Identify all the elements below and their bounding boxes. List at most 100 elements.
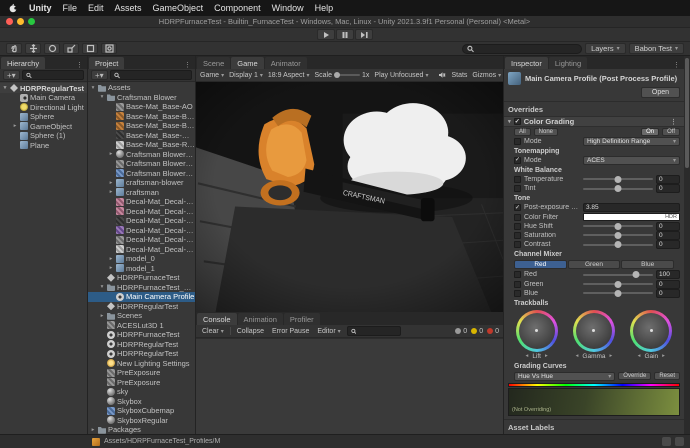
transform-tool-button[interactable] — [101, 43, 117, 54]
blue-field[interactable]: 0 — [656, 289, 680, 298]
slider-thumb[interactable] — [615, 232, 622, 239]
foldout-arrow-icon[interactable]: ▾ — [99, 94, 105, 100]
tree-item[interactable]: ▸Scenes — [88, 311, 195, 321]
project-search[interactable] — [110, 70, 192, 80]
tab-lighting[interactable]: Lighting — [549, 57, 587, 69]
error-pause-button[interactable]: Error Pause — [270, 328, 311, 335]
tree-item[interactable]: Craftsman Blower_MaskMap — [88, 169, 195, 179]
green-slider[interactable] — [583, 283, 653, 285]
slider-thumb[interactable] — [615, 281, 622, 288]
trackball-right-arrow-icon[interactable]: ▸ — [545, 353, 548, 359]
apple-logo-icon[interactable] — [8, 3, 18, 13]
saturation-checkbox[interactable] — [514, 232, 521, 239]
console-search[interactable] — [347, 326, 401, 336]
tree-item[interactable]: ▸model_1 — [88, 264, 195, 274]
tab-inspector[interactable]: Inspector — [505, 57, 548, 69]
foldout-arrow-icon[interactable]: ▾ — [99, 284, 105, 290]
stats-button[interactable]: Stats — [451, 72, 467, 79]
zoom-button[interactable] — [28, 18, 35, 25]
foldout-arrow-icon[interactable]: ▸ — [90, 427, 96, 433]
post-exposure-field[interactable]: 3.85 — [583, 203, 680, 212]
hierarchy-search[interactable] — [22, 70, 84, 80]
green-checkbox[interactable] — [514, 281, 521, 288]
tab-game[interactable]: Game — [231, 57, 263, 69]
activity-icon[interactable] — [662, 437, 671, 446]
curve-editor[interactable]: (Not Overriding) — [508, 388, 680, 416]
tree-item[interactable]: ▸craftsman — [88, 188, 195, 198]
trackball-right-arrow-icon[interactable]: ▸ — [610, 353, 613, 359]
mute-audio-button[interactable] — [438, 71, 446, 79]
trackball-wheel[interactable] — [630, 310, 672, 352]
tab-animation[interactable]: Animation — [238, 313, 283, 325]
foldout-arrow-icon[interactable]: ▾ — [508, 119, 511, 125]
menu-item-help[interactable]: Help — [315, 3, 334, 13]
move-tool-button[interactable] — [25, 43, 41, 54]
scale-slider[interactable]: Scale 1x — [315, 72, 370, 79]
trackball-left-arrow-icon[interactable]: ◂ — [638, 353, 641, 359]
blue-checkbox[interactable] — [514, 290, 521, 297]
foldout-arrow-icon[interactable]: ▸ — [108, 256, 114, 262]
tree-item[interactable]: Decal-Mat_Decal-Metalness — [88, 216, 195, 226]
step-button[interactable] — [355, 29, 373, 40]
tint-checkbox[interactable] — [514, 185, 521, 192]
tab-hierarchy[interactable]: Hierarchy — [1, 57, 45, 69]
hue-shift-slider[interactable] — [583, 225, 653, 227]
slider-thumb[interactable] — [615, 176, 622, 183]
tree-item[interactable]: Skybox — [88, 397, 195, 407]
tree-item[interactable]: New Lighting Settings — [88, 359, 195, 369]
warning-count[interactable]: 0 — [471, 328, 483, 335]
notifications-icon[interactable] — [675, 437, 684, 446]
tree-item[interactable]: Main Camera — [0, 93, 87, 103]
tree-item[interactable]: Decal-Mat_Decal-Normal — [88, 226, 195, 236]
play-button[interactable] — [317, 29, 335, 40]
selected-asset-path[interactable]: Assets/HDRPFurnaceTest_Profiles/M — [104, 438, 658, 445]
aspect-dropdown[interactable]: 18:9 Aspect▾ — [268, 72, 310, 79]
hierarchy-menu-icon[interactable]: ⋮ — [73, 61, 86, 69]
hand-tool-button[interactable] — [6, 43, 22, 54]
rotate-tool-button[interactable] — [44, 43, 60, 54]
pause-button[interactable] — [336, 29, 354, 40]
tree-item[interactable]: HDRPRegularTest — [88, 349, 195, 359]
menu-item-window[interactable]: Window — [272, 3, 304, 13]
mode-checkbox[interactable] — [514, 138, 521, 145]
create-button[interactable]: +▾ — [3, 70, 20, 80]
tree-item[interactable]: HDRPRegularTest — [88, 340, 195, 350]
asset-labels-header[interactable]: Asset Labels — [504, 420, 684, 434]
contrast-field[interactable]: 0 — [656, 240, 680, 249]
foldout-arrow-icon[interactable]: ▸ — [99, 313, 105, 319]
gizmos-dropdown[interactable]: Gizmos▾ — [472, 72, 501, 79]
reset-button[interactable]: Reset — [654, 372, 680, 380]
editor-dropdown[interactable]: Editor▾ — [315, 328, 342, 335]
open-button[interactable]: Open — [641, 87, 680, 98]
tree-item[interactable]: ACESLut3D 1 — [88, 321, 195, 331]
temperature-checkbox[interactable] — [514, 176, 521, 183]
override-button[interactable]: Override — [618, 372, 651, 380]
inspector-scrollbar[interactable] — [684, 56, 690, 434]
foldout-arrow-icon[interactable]: ▾ — [2, 85, 8, 91]
tree-item[interactable]: sky — [88, 387, 195, 397]
tree-item[interactable]: Decal-Mat_Decal-Roughness — [88, 245, 195, 255]
slider-thumb[interactable] — [615, 241, 622, 248]
scrollbar-thumb[interactable] — [685, 58, 689, 168]
clear-button[interactable]: Clear▾ — [200, 328, 226, 335]
tree-item[interactable]: Decal-Mat_Decal-Opacity — [88, 235, 195, 245]
tree-item[interactable]: Sphere — [0, 112, 87, 122]
tree-item[interactable]: ▸craftsman-blower — [88, 178, 195, 188]
grading-mode-dropdown[interactable]: High Definition Range▾ — [583, 137, 680, 146]
trackball-left-arrow-icon[interactable]: ◂ — [526, 353, 529, 359]
tree-item[interactable]: Main Camera Profile — [88, 292, 195, 302]
tree-item[interactable]: SkyboxRegular — [88, 416, 195, 426]
contrast-slider[interactable] — [583, 244, 653, 246]
trackball-wheel[interactable] — [573, 310, 615, 352]
tab-animator[interactable]: Animator — [265, 57, 307, 69]
tree-item[interactable]: HDRPFurnaceTest — [88, 273, 195, 283]
tree-item[interactable]: Craftsman Blower Decal_Mask — [88, 159, 195, 169]
display-dropdown[interactable]: Display 1▾ — [229, 72, 263, 79]
tab-profiler[interactable]: Profiler — [284, 313, 320, 325]
project-menu-icon[interactable]: ⋮ — [181, 61, 194, 69]
game-viewport[interactable]: CRAFTSMAN — [196, 82, 503, 312]
menu-item-unity[interactable]: Unity — [29, 3, 52, 13]
tree-item[interactable]: Directional Light — [0, 103, 87, 113]
scene-header-row[interactable]: ▾ HDRPRegularTest — [0, 83, 87, 93]
foldout-arrow-icon[interactable]: ▾ — [90, 85, 96, 91]
